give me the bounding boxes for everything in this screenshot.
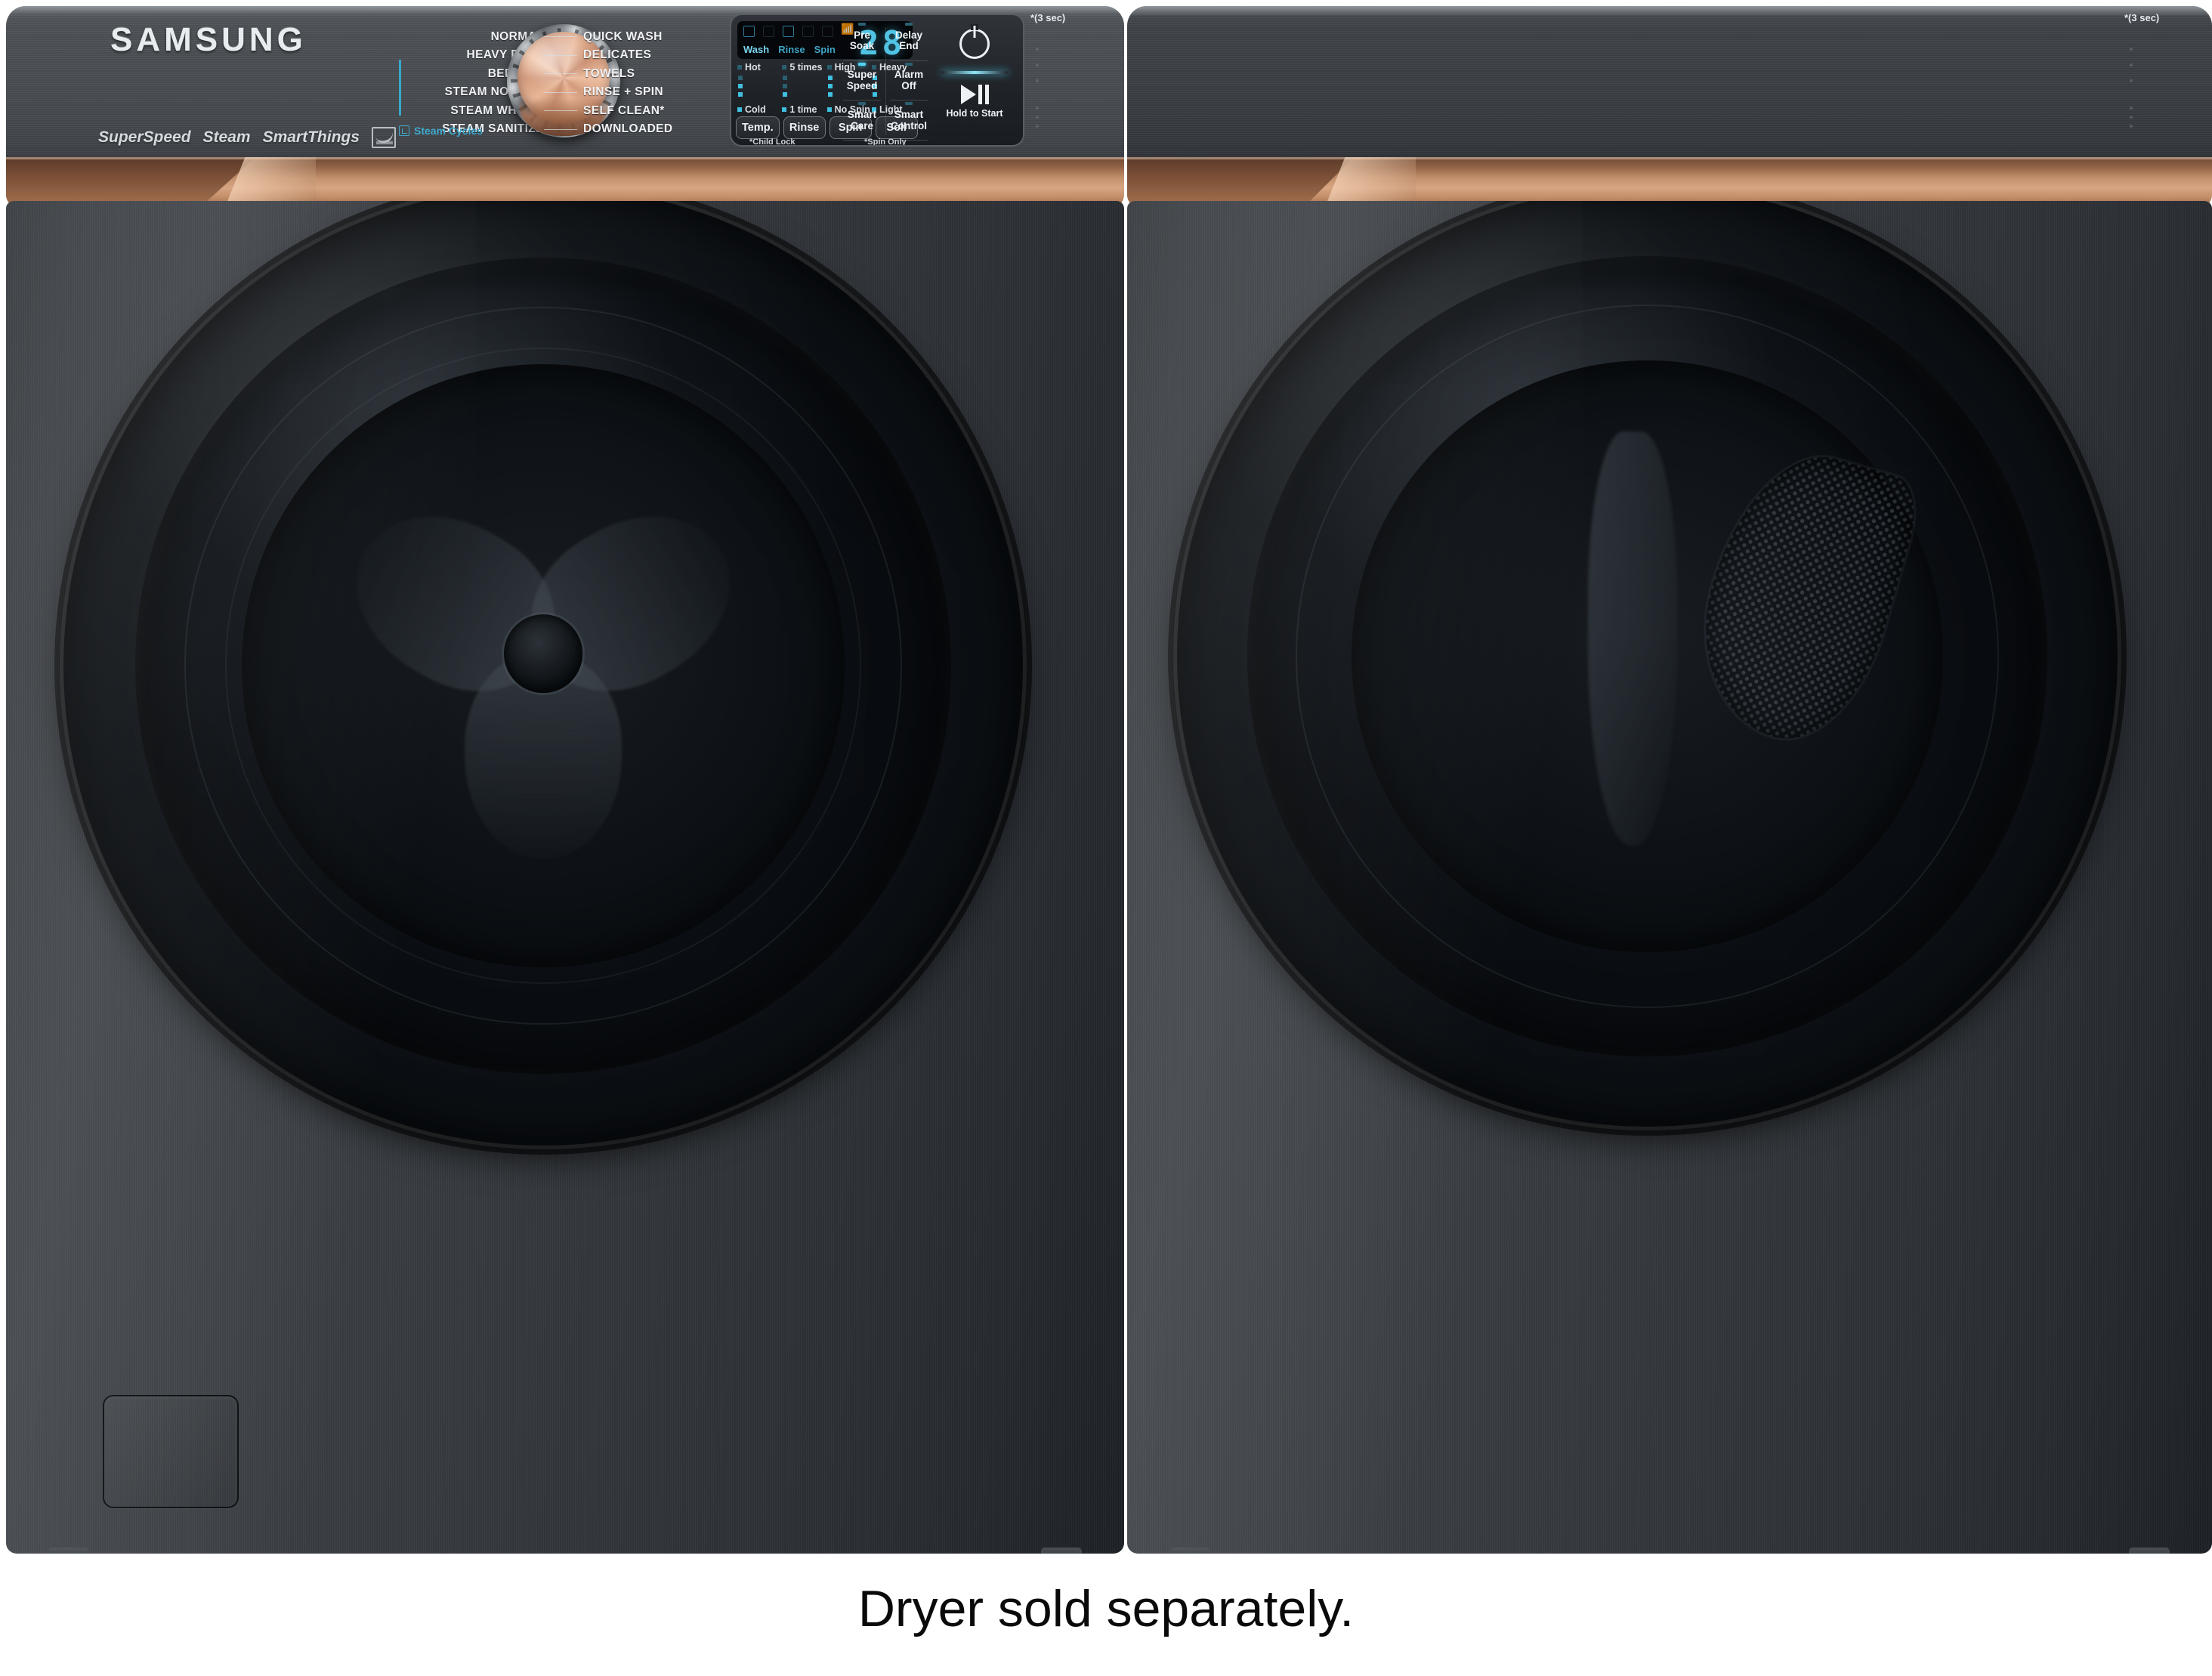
dryer-control-console: [1127, 6, 2212, 165]
dryer-drum-interior: [1351, 360, 1944, 953]
washer-temp-top: Hot: [745, 62, 761, 73]
led-indicator: [858, 102, 866, 106]
washer-child-lock-note: *Child Lock: [749, 138, 796, 147]
washer-cycle-towels[interactable]: TOWELS: [543, 64, 635, 83]
washer-copper-handle-trim[interactable]: [6, 157, 1124, 207]
washer-rinse-top: 5 times: [789, 62, 823, 73]
washer-key-smart-care-line2: Care: [850, 119, 874, 131]
dryer-copper-handle-trim[interactable]: [1127, 157, 2212, 207]
dryer-handle-notch: [1325, 157, 1416, 207]
dryer-vent-dots-top: [2127, 45, 2135, 85]
led-indicator: [858, 23, 866, 26]
dryer-cabinet: [1127, 201, 2212, 1554]
washer-touch-keys[interactable]: Pre Soak Delay End Super Speed Alarm Off: [839, 21, 932, 141]
dryer-vent-dots-bottom: [2127, 106, 2135, 128]
bubble-soak-icon: [743, 26, 755, 37]
washer-cycle-selector[interactable]: NORMAL HEAVY DUTY BEDDING STEAM NORMAL S…: [399, 11, 722, 151]
washer-cycle-delicates[interactable]: DELICATES: [543, 46, 651, 65]
washer-key-pre-soak[interactable]: Pre Soak: [839, 21, 885, 61]
led-indicator: [905, 102, 913, 106]
washer-key-alarm-off[interactable]: Alarm Off: [885, 61, 932, 101]
dryer-lint-filter-mesh: [1676, 436, 1926, 759]
washer-vent-dots-top: [1033, 45, 1041, 85]
washer-key-delay-end[interactable]: Delay End: [885, 21, 932, 61]
dryer-leveling-foot-right: [2129, 1548, 2170, 1554]
washer-cycle-rinse-spin[interactable]: RINSE + SPIN: [543, 83, 663, 102]
washer-steam-bracket: [399, 60, 401, 116]
washer-temp-button[interactable]: Temp.: [736, 116, 780, 139]
washer-feature-smartthings: SmartThings: [262, 128, 360, 146]
washer-step-rinse: Rinse: [778, 44, 805, 55]
dryer-door-glass: [1247, 256, 2047, 1056]
power-icon[interactable]: [959, 29, 990, 59]
washer-key-super-speed[interactable]: Super Speed: [839, 61, 885, 101]
disclaimer-caption: Dryer sold separately.: [857, 1580, 1355, 1637]
washer-key-smart-control-line1: Smart: [894, 109, 924, 121]
washer-key-smart-control[interactable]: Smart Control: [885, 100, 932, 141]
washer-key-delay-end-line1: Delay: [894, 29, 923, 41]
washer-rinse-bottom: 1 time: [789, 104, 817, 115]
washer-feature-badges: SuperSpeed Steam SmartThings: [98, 127, 396, 148]
dryer-three-sec-note: *(3 sec): [2124, 12, 2160, 23]
washer-steam-cycles-note: Steam Cycles: [399, 125, 483, 137]
led-indicator: [905, 23, 913, 26]
child-lock-icon: [802, 26, 814, 37]
washer-dispenser-notch: [225, 157, 316, 207]
smart-control-icon: [783, 26, 794, 37]
led-indicator: [858, 62, 866, 66]
washer-cycle-list-right: QUICK WASH DELICATES TOWELS RINSE + SPIN…: [543, 27, 722, 139]
washer-drum-interior: [241, 363, 845, 968]
play-pause-icon[interactable]: [960, 85, 989, 104]
washer-key-smart-care-line1: Smart: [847, 109, 877, 121]
washer-key-smart-control-line2: Control: [891, 119, 927, 131]
washer-key-smart-care[interactable]: Smart Care: [839, 100, 885, 141]
washer-key-pre-soak-line1: Pre: [854, 29, 870, 41]
washer-samsung-logo: SAMSUNG: [110, 21, 307, 58]
washer-status-icons: [743, 23, 854, 37]
washer-door-glass: [135, 258, 951, 1074]
washer-temp-bottom: Cold: [745, 104, 766, 115]
washer-leveling-foot-right: [1041, 1548, 1082, 1554]
alarm-off-icon: [822, 26, 833, 37]
energy-star-icon: [371, 127, 396, 148]
washer-door[interactable]: [63, 201, 1023, 1146]
washer-vent-dots-bottom: [1033, 106, 1041, 128]
washer-key-alarm-off-line2: Off: [901, 79, 916, 91]
washer-cabinet: [6, 201, 1124, 1554]
washer-drum-hub: [504, 614, 582, 693]
product-image-canvas: SAMSUNG SuperSpeed Steam SmartThings NOR…: [0, 0, 2212, 1676]
washer-feature-steam: Steam: [202, 128, 251, 146]
washer-status-glow-bar: [941, 71, 1008, 74]
washer-rinse-button[interactable]: Rinse: [783, 116, 826, 139]
washer-key-delay-end-line2: End: [899, 40, 919, 52]
washer-ladder-rinse: 5 times 1 time: [782, 62, 826, 115]
washer-steam-cycles-label: Steam Cycles: [414, 125, 483, 137]
washer-leveling-foot-left: [48, 1548, 89, 1554]
washer-key-pre-soak-line2: Soak: [849, 40, 875, 52]
washer-cycle-quick-wash[interactable]: QUICK WASH: [544, 27, 663, 46]
washer-key-super-speed-line2: Speed: [846, 79, 878, 91]
washer-cycle-self-clean[interactable]: SELF CLEAN*: [544, 101, 665, 120]
washer-cycle-downloaded[interactable]: DOWNLOADED: [544, 120, 673, 139]
washer-pump-filter-access-panel[interactable]: [103, 1395, 239, 1508]
dryer-leveling-foot-left: [1169, 1548, 1210, 1554]
dryer-drum-vane: [1588, 431, 1677, 846]
washer-ladder-temp: Hot Cold: [737, 62, 781, 115]
washer-key-alarm-off-line1: Alarm: [894, 69, 924, 81]
eco-icon: [763, 26, 774, 37]
led-indicator: [905, 62, 913, 66]
washer-key-super-speed-line1: Super: [847, 69, 877, 81]
dryer-door[interactable]: [1177, 201, 2118, 1127]
washer-progress-steps: Wash Rinse Spin: [743, 44, 836, 55]
washer-power-start-column[interactable]: Hold to Start: [932, 20, 1017, 142]
washer-display-module[interactable]: Wash Rinse Spin 28 Hot Cold 5 times 1 ti…: [730, 14, 1024, 147]
washer-feature-superspeed: SuperSpeed: [98, 128, 191, 146]
washer-three-sec-note: *(3 sec): [1030, 12, 1066, 23]
steam-icon: [399, 125, 409, 136]
washer-step-spin: Spin: [814, 44, 836, 55]
washer-step-wash: Wash: [743, 44, 770, 55]
washer-hold-to-start-label: Hold to Start: [946, 108, 1003, 119]
